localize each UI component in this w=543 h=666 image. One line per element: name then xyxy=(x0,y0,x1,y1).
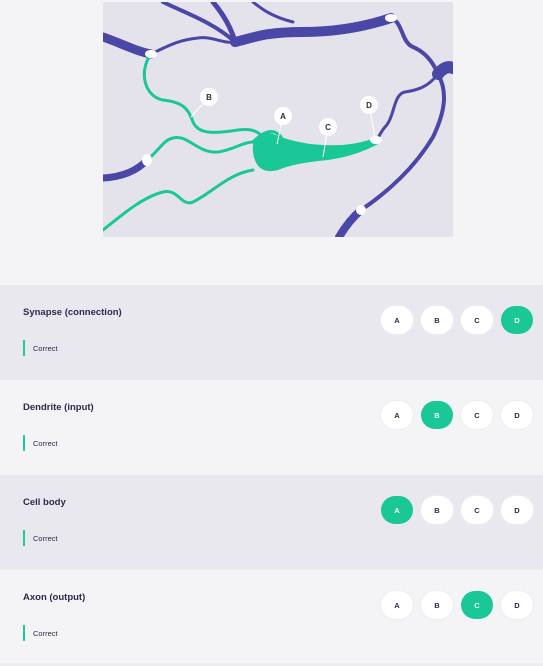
option-c-button[interactable]: C xyxy=(461,496,493,524)
answer-options: A B C D xyxy=(381,401,533,429)
option-d-button[interactable]: D xyxy=(501,401,533,429)
feedback-text: Correct xyxy=(33,438,58,448)
option-a-button[interactable]: A xyxy=(381,306,413,334)
question-list: Synapse (connection) Correct A B C D Den… xyxy=(0,285,543,665)
hotspot-label-c: C xyxy=(325,123,331,132)
question-row-dendrite: Dendrite (input) Correct A B C D xyxy=(0,380,543,475)
hotspot-b: B xyxy=(190,88,218,118)
feedback-text: Correct xyxy=(33,628,58,638)
question-title: Synapse (connection) xyxy=(23,307,122,318)
answer-options: A B C D xyxy=(381,591,533,619)
option-b-button[interactable]: B xyxy=(421,306,453,334)
question-title: Cell body xyxy=(23,497,66,508)
feedback-text: Correct xyxy=(33,533,58,543)
option-d-button[interactable]: D xyxy=(501,496,533,524)
feedback-correct: Correct xyxy=(23,625,58,641)
answer-options: A B C D xyxy=(381,306,533,334)
option-c-button[interactable]: C xyxy=(461,401,493,429)
neuron-diagram-svg: B A C D xyxy=(103,2,453,237)
option-c-button[interactable]: C xyxy=(461,306,493,334)
hotspot-label-a: A xyxy=(280,112,286,121)
hotspot-label-b: B xyxy=(206,93,212,102)
option-b-button[interactable]: B xyxy=(421,401,453,429)
option-c-button[interactable]: C xyxy=(461,591,493,619)
question-title: Dendrite (input) xyxy=(23,402,94,413)
question-row-synapse: Synapse (connection) Correct A B C D xyxy=(0,285,543,380)
option-a-button[interactable]: A xyxy=(381,496,413,524)
feedback-text: Correct xyxy=(33,343,58,353)
cell-body-shape xyxy=(252,132,378,172)
option-b-button[interactable]: B xyxy=(421,496,453,524)
option-d-button[interactable]: D xyxy=(501,591,533,619)
option-a-button[interactable]: A xyxy=(381,401,413,429)
synapse-dots xyxy=(142,14,397,215)
question-row-axon: Axon (output) Correct A B C D xyxy=(0,570,543,665)
option-b-button[interactable]: B xyxy=(421,591,453,619)
question-title: Axon (output) xyxy=(23,592,86,603)
hotspot-d: D xyxy=(360,96,378,139)
feedback-correct: Correct xyxy=(23,435,58,451)
question-row-cell-body: Cell body Correct A B C D xyxy=(0,475,543,570)
option-a-button[interactable]: A xyxy=(381,591,413,619)
neuron-diagram: B A C D xyxy=(103,2,453,237)
option-d-button[interactable]: D xyxy=(501,306,533,334)
feedback-correct: Correct xyxy=(23,340,58,356)
feedback-correct: Correct xyxy=(23,530,58,546)
answer-options: A B C D xyxy=(381,496,533,524)
hotspot-label-d: D xyxy=(366,101,372,110)
page: B A C D Synapse (connection) Correct A B… xyxy=(0,0,543,666)
